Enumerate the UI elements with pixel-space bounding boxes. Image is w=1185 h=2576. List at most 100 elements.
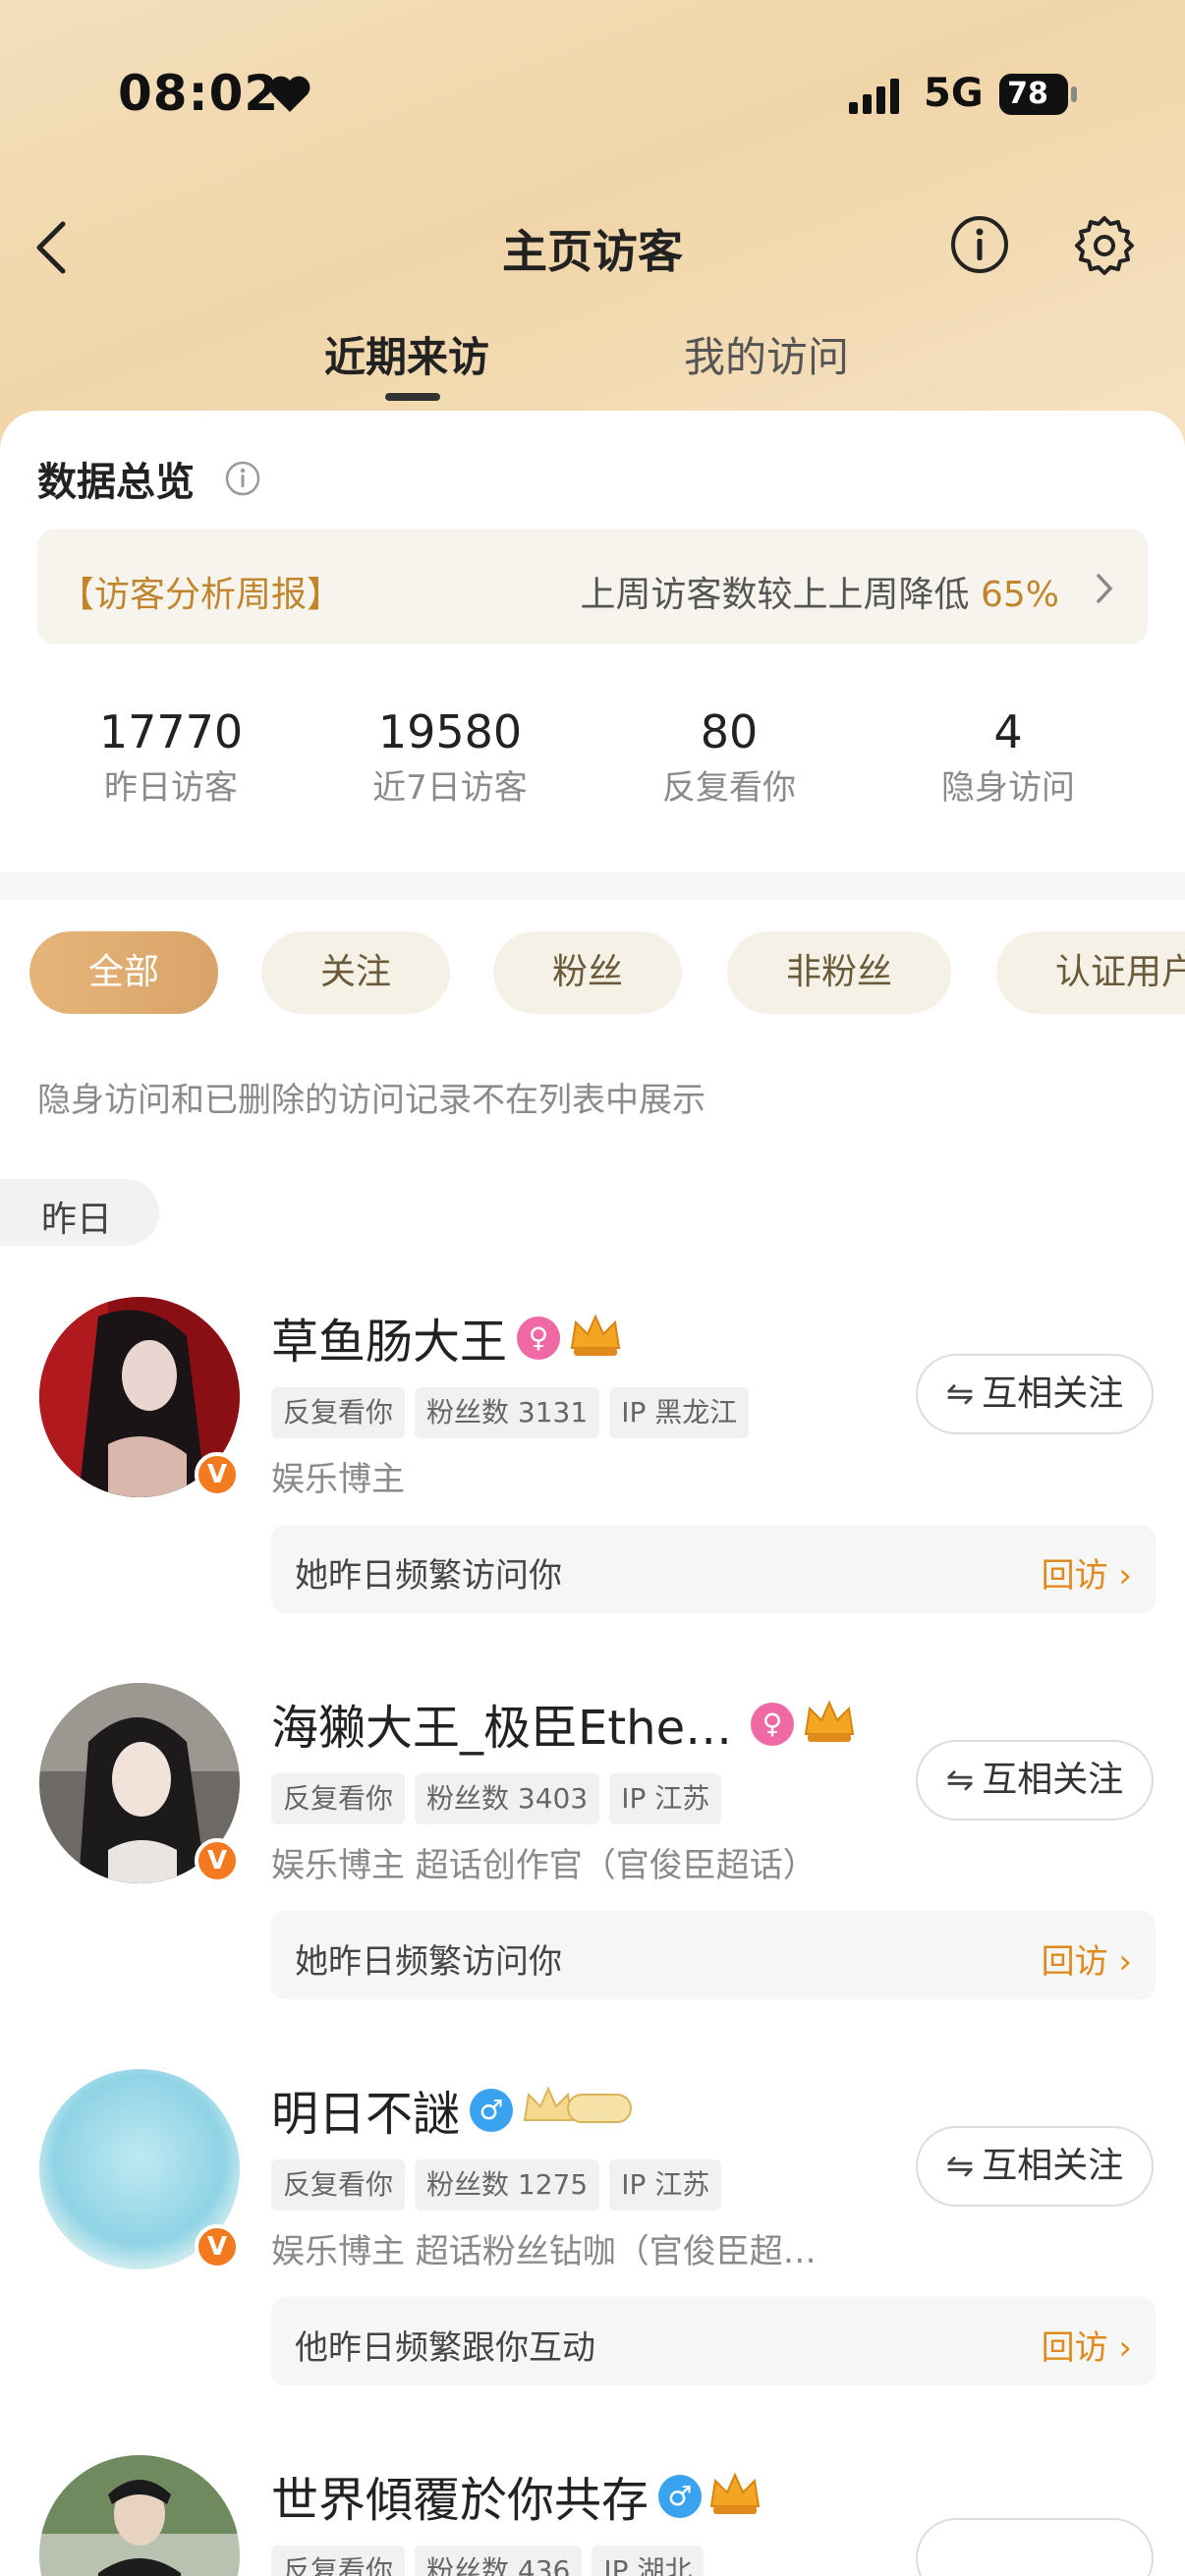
report-summary: 上周访客数较上上周降低 65%	[581, 566, 1059, 617]
verified-badge-icon: V	[195, 1452, 240, 1497]
visit-back-link[interactable]: 回访 ›	[1042, 1548, 1132, 1596]
follow-button[interactable]	[916, 2518, 1154, 2576]
stat-value: 4	[993, 705, 1023, 758]
visitor-description: 娱乐博主	[271, 1460, 405, 1499]
filter-all[interactable]: 全部	[29, 931, 218, 1014]
tab-recent-visits[interactable]: 近期来访	[324, 324, 489, 384]
day-label-text: 昨日	[41, 1200, 113, 1240]
visit-info-text: 她昨日频繁访问你	[295, 1942, 562, 1982]
visit-info-bar[interactable]: 他昨日频繁跟你互动 回访 ›	[271, 2297, 1156, 2385]
avatar-image	[39, 2455, 240, 2576]
visit-back-link[interactable]: 回访 ›	[1042, 2321, 1132, 2369]
stat-value: 19580	[377, 705, 523, 758]
day-group-label: 昨日	[0, 1179, 159, 1246]
list-item[interactable]: 世界傾覆於你共存 ♂ 反复看你 粉丝数 436 IP 湖北	[0, 2455, 1185, 2576]
female-gender-icon: ♀	[517, 1316, 560, 1360]
follow-label: 互相关注	[982, 2146, 1124, 2186]
visitor-name[interactable]: 草鱼肠大王	[271, 1303, 507, 1372]
crown-icon	[804, 1700, 855, 1742]
mutual-follow-icon: ⇋	[945, 2147, 975, 2186]
follow-label: 互相关注	[982, 1373, 1124, 1414]
section-divider	[0, 872, 1185, 900]
tag-repeat-viewer: 反复看你	[271, 2546, 406, 2576]
heart-icon	[269, 76, 310, 112]
mutual-follow-button[interactable]: ⇋ 互相关注	[916, 1354, 1154, 1434]
tag-repeat-viewer: 反复看你	[271, 1387, 406, 1438]
visitor-description: 娱乐博主 超话创作官（官俊臣超话）	[271, 1846, 817, 1885]
tag-fans-count: 粉丝数 1275	[415, 2159, 600, 2211]
stat-repeat-viewers[interactable]: 80 反复看你	[590, 705, 869, 809]
stat-yesterday-visitors[interactable]: 17770 昨日访客	[31, 705, 310, 809]
list-item[interactable]: V 海獭大王_极臣Ethe… ♀ 反复看你 粉丝数 3403 IP 江苏 娱乐博主 …	[0, 1683, 1185, 2068]
tag-fans-count: 粉丝数 436	[415, 2546, 583, 2576]
info-icon[interactable]	[224, 460, 261, 497]
follow-label: 互相关注	[982, 1760, 1124, 1800]
info-icon[interactable]	[949, 214, 1010, 275]
visitor-name[interactable]: 明日不謎	[271, 2075, 460, 2144]
tag-ip-location: IP 江苏	[609, 2159, 722, 2211]
filter-verified[interactable]: 认证用户	[996, 931, 1185, 1014]
chevron-right-icon	[1097, 574, 1113, 603]
male-gender-icon: ♂	[470, 2089, 513, 2132]
list-item[interactable]: V 明日不謎 ♂ 反复看你 粉丝数 1275 IP 江苏 娱乐博主 超话粉丝钻咖（官…	[0, 2069, 1185, 2454]
tag-repeat-viewer: 反复看你	[271, 1773, 406, 1824]
network-label: 5G	[924, 71, 984, 116]
crown-icon	[709, 2472, 761, 2514]
stat-label: 昨日访客	[104, 768, 238, 808]
filter-chips: 全部 关注 粉丝 非粉丝 认证用户	[0, 931, 1185, 1014]
stat-label: 隐身访问	[941, 768, 1075, 808]
tag-repeat-viewer: 反复看你	[271, 2159, 406, 2211]
gear-icon[interactable]	[1073, 214, 1136, 277]
overview-card: 数据总览 【访客分析周报】 上周访客数较上上周降低 65% 17770 昨日访客…	[0, 411, 1185, 872]
mutual-follow-button[interactable]: ⇋ 互相关注	[916, 1740, 1154, 1820]
crown-icon	[523, 2086, 632, 2123]
weekly-report-banner[interactable]: 【访客分析周报】 上周访客数较上上周降低 65%	[37, 529, 1148, 644]
filter-following[interactable]: 关注	[261, 931, 450, 1014]
tab-indicator	[385, 393, 440, 401]
report-percent: 65%	[980, 575, 1059, 615]
tab-my-visits[interactable]: 我的访问	[684, 324, 849, 384]
stat-value: 80	[700, 705, 759, 758]
report-summary-text: 上周访客数较上上周降低	[580, 575, 981, 615]
visit-info-text: 他昨日频繁跟你互动	[295, 2328, 595, 2368]
verified-badge-icon: V	[195, 2224, 240, 2269]
male-gender-icon: ♂	[658, 2475, 702, 2518]
filter-non-fans[interactable]: 非粉丝	[727, 931, 951, 1014]
avatar[interactable]	[39, 2455, 240, 2576]
mutual-follow-icon: ⇋	[945, 1374, 975, 1414]
visit-back-link[interactable]: 回访 ›	[1042, 1934, 1132, 1983]
visitor-name[interactable]: 海獭大王_极臣Ethe…	[271, 1689, 732, 1758]
filter-fans[interactable]: 粉丝	[493, 931, 682, 1014]
status-time: 08:02	[118, 65, 280, 122]
stat-hidden-visits[interactable]: 4 隐身访问	[869, 705, 1148, 809]
visitor-tags: 反复看你 粉丝数 436 IP 湖北	[271, 2546, 713, 2576]
female-gender-icon: ♀	[751, 1703, 794, 1746]
list-item[interactable]: V 草鱼肠大王 ♀ 反复看你 粉丝数 3131 IP 黑龙江 娱乐博主 ⇋ 互相关注 …	[0, 1297, 1185, 1682]
hidden-visits-notice: 隐身访问和已删除的访问记录不在列表中展示	[37, 1081, 705, 1120]
status-bar: 08:02 5G 78	[0, 0, 1185, 196]
visit-info-text: 她昨日频繁访问你	[295, 1556, 562, 1596]
tag-fans-count: 粉丝数 3403	[415, 1773, 600, 1824]
signal-icon	[849, 79, 899, 114]
stat-value: 17770	[98, 705, 244, 758]
stat-label: 反复看你	[662, 768, 796, 808]
visitor-tags: 反复看你 粉丝数 1275 IP 江苏	[271, 2159, 731, 2211]
mutual-follow-button[interactable]: ⇋ 互相关注	[916, 2126, 1154, 2207]
visit-info-bar[interactable]: 她昨日频繁访问你 回访 ›	[271, 1525, 1156, 1613]
tag-ip-location: IP 黑龙江	[609, 1387, 750, 1438]
visitor-name[interactable]: 世界傾覆於你共存	[271, 2461, 649, 2530]
battery-level: 78	[1007, 77, 1048, 111]
verified-badge-icon: V	[195, 1838, 240, 1883]
visitor-tags: 反复看你 粉丝数 3403 IP 江苏	[271, 1773, 731, 1824]
nav-bar: 主页访客	[0, 196, 1185, 305]
overview-title: 数据总览	[37, 460, 195, 505]
visit-info-bar[interactable]: 她昨日频繁访问你 回访 ›	[271, 1911, 1156, 1999]
tab-bar: 近期来访 我的访问	[0, 316, 1185, 405]
visitor-description: 娱乐博主 超话粉丝钻咖（官俊臣超…	[271, 2232, 817, 2271]
visitor-tags: 反复看你 粉丝数 3131 IP 黑龙江	[271, 1387, 759, 1438]
tag-ip-location: IP 湖北	[592, 2546, 705, 2576]
tag-fans-count: 粉丝数 3131	[415, 1387, 600, 1438]
stat-7day-visitors[interactable]: 19580 近7日访客	[310, 705, 590, 809]
crown-icon	[570, 1314, 621, 1356]
report-label: 【访客分析周报】	[59, 575, 343, 615]
